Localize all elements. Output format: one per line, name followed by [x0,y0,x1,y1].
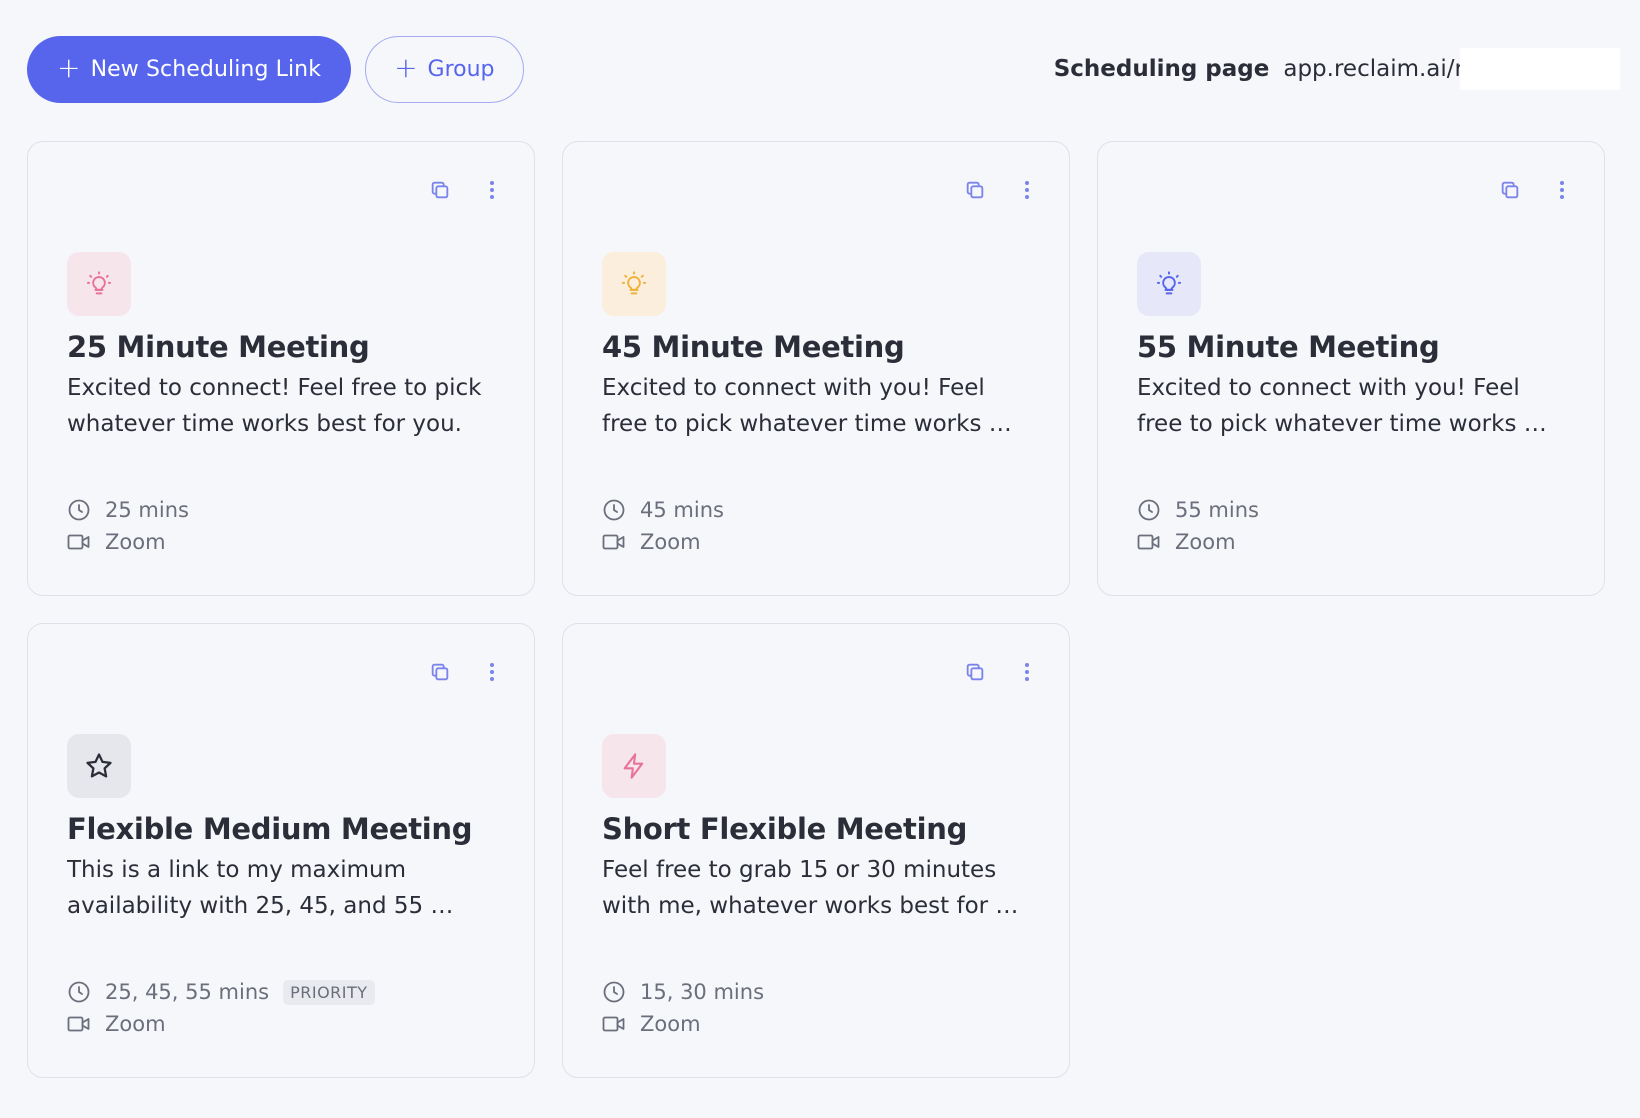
scheduling-link-card[interactable]: Flexible Medium Meeting This is a link t… [27,623,535,1078]
location-row: Zoom [1137,526,1574,558]
scheduling-page-info: Scheduling page app.reclaim.ai/r [1054,47,1620,91]
card-meta: 25, 45, 55 mins PRIORITY Zoom [67,976,504,1040]
duration-row: 25, 45, 55 mins PRIORITY [67,976,504,1008]
location-row: Zoom [67,526,504,558]
video-camera-icon [1137,532,1175,552]
location-row: Zoom [602,1008,1039,1040]
plus-icon: + [57,51,81,84]
card-title: Short Flexible Meeting [602,812,968,846]
copy-link-icon[interactable] [963,178,987,202]
scheduling-link-card[interactable]: 45 Minute Meeting Excited to connect wit… [562,141,1070,596]
new-group-button[interactable]: + Group [365,35,524,103]
more-options-icon[interactable] [1550,178,1574,202]
clock-icon [1137,498,1175,522]
duration-row: 15, 30 mins [602,976,1039,1008]
priority-badge: PRIORITY [283,979,375,1005]
card-description: Excited to connect with you! Feel free t… [1137,375,1547,437]
card-meta: 15, 30 mins Zoom [602,976,1039,1040]
card-meta: 55 mins Zoom [1137,494,1574,558]
scheduling-link-card[interactable]: 25 Minute Meeting Excited to connect! Fe… [27,141,535,596]
duration-text: 25 mins [105,498,189,522]
location-text: Zoom [640,1012,701,1036]
lightbulb-icon [602,252,666,316]
card-actions [1498,178,1574,202]
card-title: 55 Minute Meeting [1137,330,1440,364]
card-meta: 25 mins Zoom [67,494,504,558]
scheduling-link-card[interactable]: Short Flexible Meeting Feel free to grab… [562,623,1070,1078]
video-camera-icon [602,532,640,552]
location-text: Zoom [105,1012,166,1036]
location-text: Zoom [105,530,166,554]
duration-text: 55 mins [1175,498,1259,522]
duration-row: 25 mins [67,494,504,526]
duration-text: 45 mins [640,498,724,522]
copy-link-icon[interactable] [428,178,452,202]
plus-icon: + [394,51,418,84]
card-title: Flexible Medium Meeting [67,812,473,846]
card-description: Feel free to grab 15 or 30 minutes with … [602,857,1019,919]
card-actions [963,178,1039,202]
duration-row: 55 mins [1137,494,1574,526]
copy-link-icon[interactable] [428,660,452,684]
card-actions [428,660,504,684]
clock-icon [67,980,105,1004]
card-actions [428,178,504,202]
copy-link-icon[interactable] [963,660,987,684]
lightbulb-icon [1137,252,1201,316]
location-row: Zoom [602,526,1039,558]
redacted-block [1460,48,1620,90]
clock-icon [67,498,105,522]
location-row: Zoom [67,1008,504,1040]
video-camera-icon [67,1014,105,1034]
location-text: Zoom [640,530,701,554]
card-description: This is a link to my maximum availabilit… [67,857,454,919]
scheduling-page-url[interactable]: app.reclaim.ai/r [1283,56,1464,82]
duration-row: 45 mins [602,494,1039,526]
copy-link-icon[interactable] [1498,178,1522,202]
more-options-icon[interactable] [480,660,504,684]
clock-icon [602,498,640,522]
card-description: Excited to connect with you! Feel free t… [602,375,1012,437]
scheduling-page-label: Scheduling page [1053,56,1270,82]
video-camera-icon [602,1014,640,1034]
card-actions [963,660,1039,684]
group-label: Group [427,56,495,82]
location-text: Zoom [1175,530,1236,554]
duration-text: 25, 45, 55 mins [105,980,270,1004]
new-scheduling-link-label: New Scheduling Link [90,56,322,82]
card-meta: 45 mins Zoom [602,494,1039,558]
duration-text: 15, 30 mins [640,980,765,1004]
toolbar: + New Scheduling Link + Group Scheduling… [27,35,1620,103]
new-scheduling-link-button[interactable]: + New Scheduling Link [27,35,352,103]
lightning-icon [602,734,666,798]
card-title: 25 Minute Meeting [67,330,370,364]
card-description: Excited to connect! Feel free to pick wh… [67,375,482,437]
star-icon [67,734,131,798]
video-camera-icon [67,532,105,552]
scheduling-link-card[interactable]: 55 Minute Meeting Excited to connect wit… [1097,141,1605,596]
lightbulb-icon [67,252,131,316]
more-options-icon[interactable] [1015,660,1039,684]
clock-icon [602,980,640,1004]
card-title: 45 Minute Meeting [602,330,905,364]
more-options-icon[interactable] [480,178,504,202]
more-options-icon[interactable] [1015,178,1039,202]
